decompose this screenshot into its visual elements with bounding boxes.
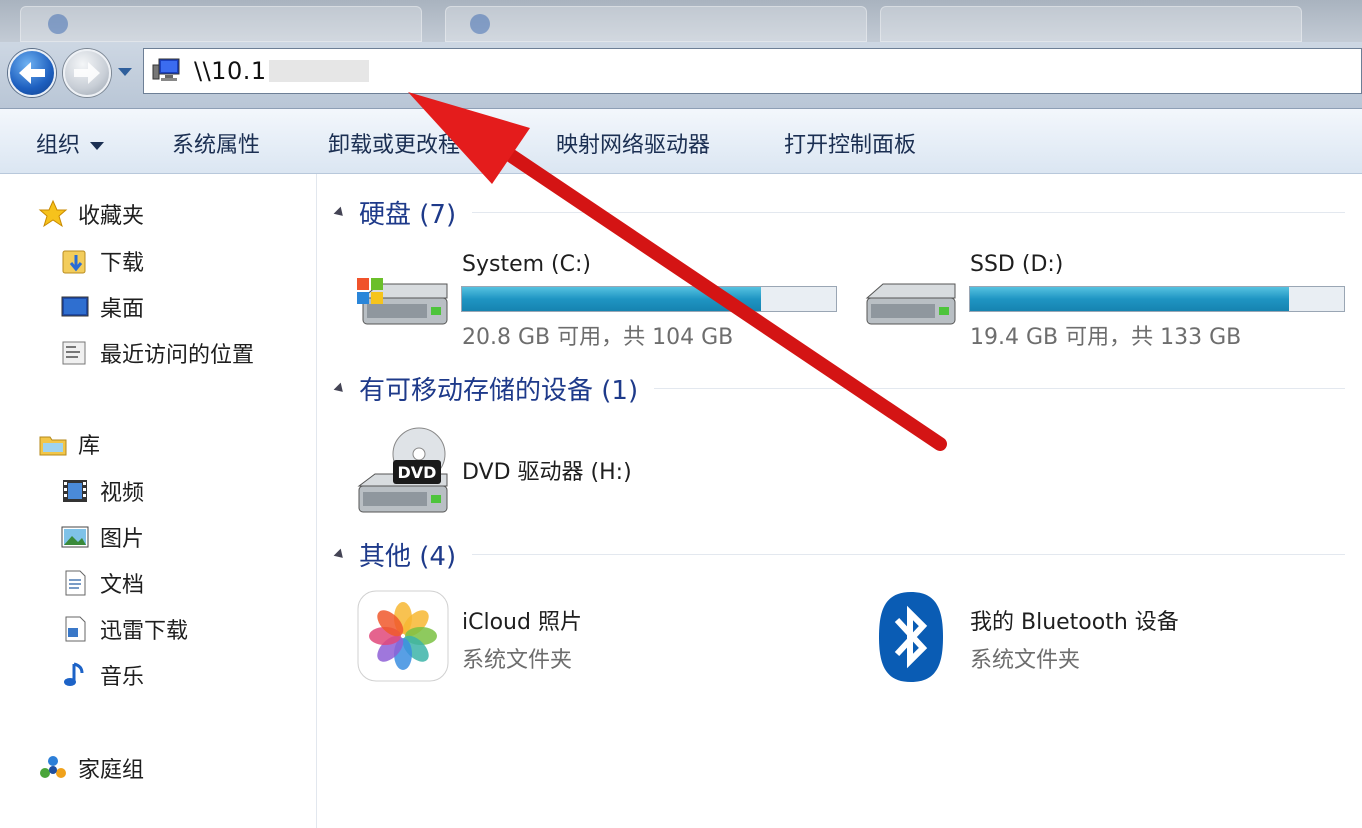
group-title: 有可移动存储的设备 (1) <box>359 376 639 406</box>
background-tab[interactable] <box>20 6 422 42</box>
star-icon <box>38 199 68 229</box>
downloads-folder-icon <box>60 246 90 276</box>
group-header-other[interactable]: 其他 (4) <box>333 536 1345 573</box>
background-tab[interactable] <box>880 6 1302 42</box>
item-type: 系统文件夹 <box>462 648 573 673</box>
drive-tile-d[interactable]: SSD (D:) 19.4 GB 可用，共 133 GB <box>863 248 1353 350</box>
sidebar-item-label: 图片 <box>100 527 145 552</box>
dvd-drive-icon: DVD <box>357 427 448 513</box>
document-icon <box>60 568 90 598</box>
command-bar: 组织 系统属性 卸载或更改程 映射网络驱动器 打开控制面板 <box>0 109 1362 174</box>
sidebar-item-label: 家庭组 <box>78 758 145 783</box>
back-button[interactable] <box>8 49 56 97</box>
drive-name: DVD 驱动器 (H:) <box>462 460 632 485</box>
icloud-photos-icon <box>357 590 449 682</box>
tab-favicon <box>48 14 68 34</box>
sidebar-item-desktop[interactable]: 桌面 <box>60 291 144 323</box>
libraries-folder-icon <box>38 429 68 459</box>
group-divider <box>654 388 1345 389</box>
sidebar-item-label: 文档 <box>100 573 145 598</box>
recent-pages-dropdown[interactable] <box>118 68 132 76</box>
network-computer-icon <box>152 58 180 81</box>
forward-button[interactable] <box>63 49 111 97</box>
hard-drive-windows-icon <box>357 278 448 325</box>
sidebar-item-pictures[interactable]: 图片 <box>60 521 144 553</box>
drive-free-space: 20.8 GB 可用，共 104 GB <box>462 325 734 350</box>
music-note-icon <box>60 660 90 690</box>
item-name: iCloud 照片 <box>462 610 582 635</box>
homegroup-icon <box>38 753 68 783</box>
sidebar-item-label: 视频 <box>100 481 145 506</box>
item-type: 系统文件夹 <box>970 648 1081 673</box>
back-arrow-icon <box>19 62 45 84</box>
download-folder-document-icon <box>60 614 90 644</box>
item-name: 我的 Bluetooth 设备 <box>970 610 1179 635</box>
system-properties-button[interactable]: 系统属性 <box>172 127 260 159</box>
address-bar[interactable]: \\10.1 <box>143 48 1362 94</box>
hard-drive-icon <box>865 283 956 325</box>
drive-free-space: 19.4 GB 可用，共 133 GB <box>970 325 1242 350</box>
bluetooth-icon <box>879 592 943 682</box>
sidebar-item-label: 库 <box>78 434 101 459</box>
drive-usage-bar <box>461 286 837 312</box>
sidebar-item-homegroup[interactable]: 家庭组 <box>38 752 144 784</box>
navigation-bar: \\10.1 <box>0 42 1362 109</box>
collapse-triangle-icon <box>333 548 347 561</box>
group-header-hard-disks[interactable]: 硬盘 (7) <box>333 194 1345 231</box>
background-tab[interactable] <box>445 6 867 42</box>
chevron-down-icon <box>90 142 105 150</box>
drive-usage-fill <box>462 287 762 311</box>
sidebar-item-videos[interactable]: 视频 <box>60 475 144 507</box>
sidebar-item-libraries[interactable]: 库 <box>38 428 100 460</box>
uninstall-program-button[interactable]: 卸载或更改程 <box>328 127 460 159</box>
drive-tile-c[interactable]: System (C:) 20.8 GB 可用，共 104 GB <box>355 248 845 350</box>
sidebar-item-label: 下载 <box>100 251 145 276</box>
sidebar-item-label: 最近访问的位置 <box>100 343 255 368</box>
drive-name: SSD (D:) <box>970 252 1064 277</box>
sidebar-item-favorites[interactable]: 收藏夹 <box>38 198 144 230</box>
sidebar-item-recent-places[interactable]: 最近访问的位置 <box>60 337 254 369</box>
recent-places-icon <box>60 338 90 368</box>
drive-usage-bar <box>969 286 1345 312</box>
organize-label: 组织 <box>36 133 81 158</box>
window-tab-strip <box>0 0 1362 42</box>
picture-icon <box>60 522 90 552</box>
forward-arrow-icon <box>74 62 100 84</box>
sidebar-item-label: 音乐 <box>100 665 145 690</box>
group-divider <box>472 212 1345 213</box>
item-tile-icloud-photos[interactable]: iCloud 照片 系统文件夹 <box>357 590 847 686</box>
map-network-drive-button[interactable]: 映射网络驱动器 <box>556 127 710 159</box>
dvd-badge-text: DVD <box>398 463 437 482</box>
video-icon <box>60 476 90 506</box>
item-tile-bluetooth-devices[interactable]: 我的 Bluetooth 设备 系统文件夹 <box>865 590 1355 686</box>
group-divider <box>472 554 1345 555</box>
sidebar-item-music[interactable]: 音乐 <box>60 659 144 691</box>
open-control-panel-button[interactable]: 打开控制面板 <box>784 127 916 159</box>
collapse-triangle-icon <box>333 206 347 219</box>
navigation-pane: 收藏夹 下载 桌面 最近访问的位置 库 视频 图片 文档 迅雷下载 音乐 家庭组 <box>0 174 317 828</box>
sidebar-item-label: 桌面 <box>100 297 145 322</box>
group-title: 其他 (4) <box>359 542 457 572</box>
sidebar-item-label: 收藏夹 <box>78 204 145 229</box>
drive-name: System (C:) <box>462 252 591 277</box>
organize-menu-button[interactable]: 组织 <box>36 127 105 159</box>
sidebar-item-xunlei-downloads[interactable]: 迅雷下载 <box>60 613 188 645</box>
redacted-address-mask <box>268 60 369 82</box>
content-pane: 硬盘 (7) System (C:) 20.8 GB 可用，共 104 GB S… <box>317 174 1362 828</box>
collapse-triangle-icon <box>333 382 347 395</box>
group-header-removable-storage[interactable]: 有可移动存储的设备 (1) <box>333 370 1345 407</box>
drive-usage-fill <box>970 287 1290 311</box>
sidebar-item-documents[interactable]: 文档 <box>60 567 144 599</box>
drive-tile-dvd[interactable]: DVD DVD 驱动器 (H:) <box>355 424 845 520</box>
sidebar-item-label: 迅雷下载 <box>100 619 189 644</box>
sidebar-item-downloads[interactable]: 下载 <box>60 245 144 277</box>
address-path-text: \\10.1 <box>194 57 267 85</box>
tab-favicon <box>470 14 490 34</box>
group-title: 硬盘 (7) <box>359 200 457 230</box>
desktop-icon <box>60 292 90 322</box>
